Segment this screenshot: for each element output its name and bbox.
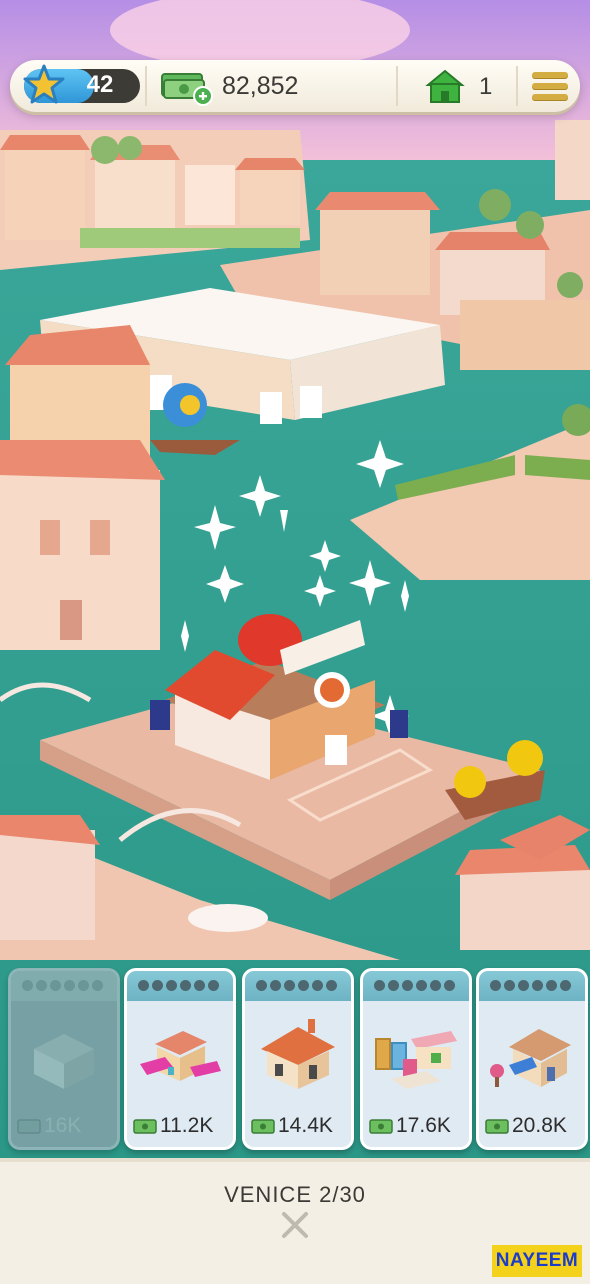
level-star-icon xyxy=(23,64,65,104)
level-dots xyxy=(138,980,219,991)
building-card-4[interactable]: 17.6K xyxy=(360,968,472,1150)
building-cards: 16K 11.2K 14.4K 17.6K 20.8K xyxy=(0,962,590,1152)
house-icon xyxy=(425,69,465,103)
card-price: 14.4K xyxy=(278,1114,333,1137)
cash-icon xyxy=(485,1119,509,1134)
cash-icon xyxy=(17,1119,41,1134)
cottage-icon xyxy=(490,1029,571,1087)
building-card-2[interactable]: 11.2K xyxy=(124,968,236,1150)
villa-icon xyxy=(261,1019,335,1089)
menu-icon xyxy=(532,72,568,78)
market-house-icon xyxy=(140,1031,221,1081)
level-dots xyxy=(490,980,571,991)
left-buildings xyxy=(0,325,165,650)
hud-divider xyxy=(145,66,147,106)
card-price: 11.2K xyxy=(160,1114,214,1137)
money-amount: 82,852 xyxy=(222,72,299,100)
cash-icon xyxy=(251,1119,275,1134)
cash-icon xyxy=(133,1119,157,1134)
building-card-1[interactable]: 16K xyxy=(8,968,120,1150)
card-price: 20.8K xyxy=(512,1114,567,1137)
level-dots xyxy=(22,980,103,991)
city-progress-label: VENICE 2/30 xyxy=(224,1182,366,1207)
level-dots xyxy=(374,980,455,991)
card-price: 16K xyxy=(44,1114,82,1137)
close-icon[interactable] xyxy=(280,1210,310,1240)
level-dots xyxy=(256,980,337,991)
cash-icon xyxy=(369,1119,393,1134)
house-count: 1 xyxy=(479,73,493,100)
watermark-label: NAYEEM xyxy=(492,1245,582,1277)
building-card-3[interactable]: 14.4K xyxy=(242,968,354,1150)
top-hud: 42 82,852 1 xyxy=(10,60,580,112)
menu-button[interactable] xyxy=(532,72,568,102)
cash-stack-icon[interactable] xyxy=(160,68,216,106)
hud-divider xyxy=(516,66,518,106)
building-card-5[interactable]: 20.8K xyxy=(476,968,588,1150)
flower-marker xyxy=(163,383,207,427)
building-icon xyxy=(34,1034,94,1089)
level-number: 42 xyxy=(86,71,114,98)
card-price: 17.6K xyxy=(396,1114,451,1137)
hud-divider xyxy=(396,66,398,106)
art-stall-icon xyxy=(375,1031,457,1089)
